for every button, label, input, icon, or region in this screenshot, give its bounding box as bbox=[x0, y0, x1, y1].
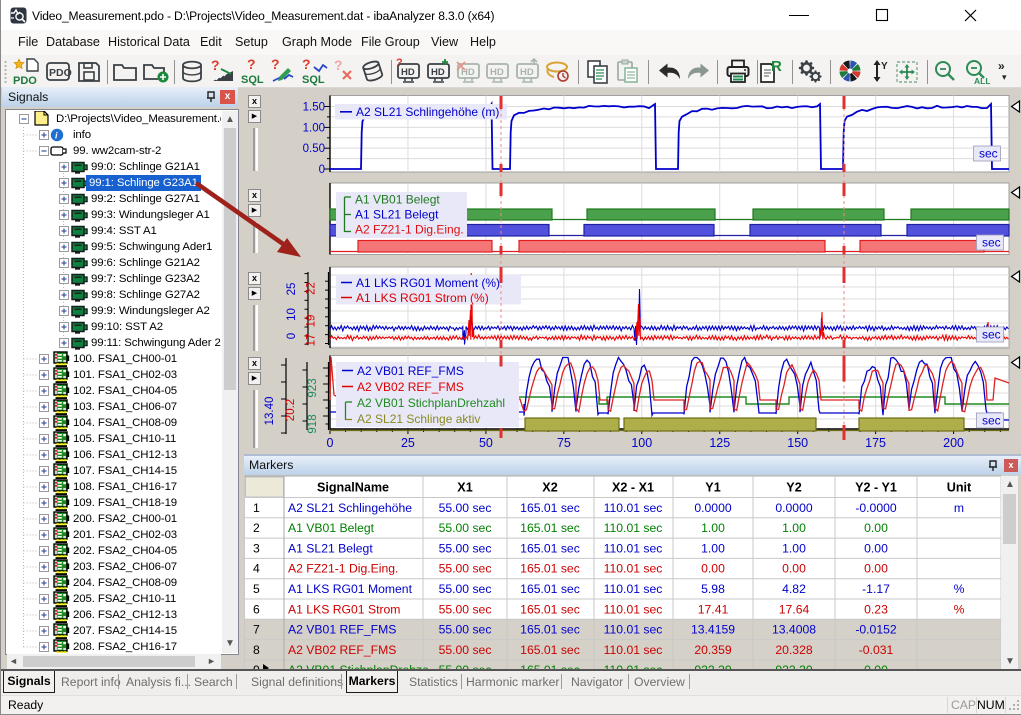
svg-text:20.359: 20.359 bbox=[694, 643, 731, 657]
svg-text:55.00 sec: 55.00 sec bbox=[439, 623, 492, 637]
svg-text:55.00 sec: 55.00 sec bbox=[439, 582, 492, 596]
svg-text:165.01 sec: 165.01 sec bbox=[520, 501, 580, 515]
svg-text:55.00 sec: 55.00 sec bbox=[439, 643, 492, 657]
svg-text:13.4008: 13.4008 bbox=[772, 623, 816, 637]
svg-text:0.00: 0.00 bbox=[701, 562, 725, 576]
svg-text:110.01 sec: 110.01 sec bbox=[604, 643, 663, 657]
svg-text:55.00 sec: 55.00 sec bbox=[439, 501, 492, 515]
svg-text:2: 2 bbox=[253, 521, 260, 535]
svg-text:165.01 sec: 165.01 sec bbox=[520, 623, 580, 637]
svg-text:13.4159: 13.4159 bbox=[691, 623, 735, 637]
svg-text:A1 SL21 Belegt: A1 SL21 Belegt bbox=[288, 541, 373, 555]
svg-text:110.01 sec: 110.01 sec bbox=[604, 562, 663, 576]
svg-text:0.00: 0.00 bbox=[864, 521, 888, 535]
svg-text:8: 8 bbox=[253, 643, 260, 657]
svg-text:m: m bbox=[954, 501, 964, 515]
svg-text:0.0000: 0.0000 bbox=[775, 501, 812, 515]
svg-text:A1 VB01 Belegt: A1 VB01 Belegt bbox=[288, 521, 375, 535]
svg-text:Unit: Unit bbox=[947, 481, 972, 495]
svg-text:1: 1 bbox=[253, 501, 260, 515]
svg-text:165.01 sec: 165.01 sec bbox=[520, 562, 580, 576]
svg-text:165.01 sec: 165.01 sec bbox=[520, 643, 580, 657]
svg-text:-0.031: -0.031 bbox=[859, 643, 894, 657]
svg-text:0.00: 0.00 bbox=[864, 562, 888, 576]
svg-text:%: % bbox=[954, 582, 965, 596]
svg-text:110.01 sec: 110.01 sec bbox=[604, 521, 663, 535]
svg-text:110.01 sec: 110.01 sec bbox=[604, 602, 663, 616]
svg-text:55.00 sec: 55.00 sec bbox=[439, 521, 492, 535]
svg-text:A1 LKS RG01 Moment: A1 LKS RG01 Moment bbox=[288, 582, 413, 596]
svg-text:Y2: Y2 bbox=[786, 481, 801, 495]
svg-text:5.98: 5.98 bbox=[701, 582, 725, 596]
svg-text:0.00: 0.00 bbox=[864, 541, 888, 555]
svg-text:0.23: 0.23 bbox=[864, 602, 888, 616]
svg-text:-1.17: -1.17 bbox=[862, 582, 890, 596]
svg-text:1.00: 1.00 bbox=[701, 521, 725, 535]
svg-text:110.01 sec: 110.01 sec bbox=[604, 501, 663, 515]
svg-text:55.00 sec: 55.00 sec bbox=[439, 602, 492, 616]
svg-text:X2 - X1: X2 - X1 bbox=[612, 481, 654, 495]
svg-text:A2 VB02 REF_FMS: A2 VB02 REF_FMS bbox=[288, 643, 396, 657]
svg-text:SignalName: SignalName bbox=[317, 481, 389, 495]
svg-text:A2 FZ21-1 Dig.Eing.: A2 FZ21-1 Dig.Eing. bbox=[288, 562, 398, 576]
svg-text:1.00: 1.00 bbox=[701, 541, 725, 555]
svg-text:110.01 sec: 110.01 sec bbox=[604, 541, 663, 555]
svg-text:A2 VB01 REF_FMS: A2 VB01 REF_FMS bbox=[288, 623, 396, 637]
svg-text:A2 SL21 Schlingehöhe: A2 SL21 Schlingehöhe bbox=[288, 501, 412, 515]
svg-text:0.00: 0.00 bbox=[782, 562, 806, 576]
svg-text:5: 5 bbox=[253, 582, 260, 596]
svg-text:6: 6 bbox=[253, 602, 260, 616]
svg-text:A1 LKS RG01 Strom: A1 LKS RG01 Strom bbox=[288, 602, 400, 616]
svg-text:110.01 sec: 110.01 sec bbox=[604, 582, 663, 596]
svg-text:20.328: 20.328 bbox=[775, 643, 812, 657]
svg-text:1.00: 1.00 bbox=[782, 521, 806, 535]
svg-text:-0.0000: -0.0000 bbox=[855, 501, 897, 515]
svg-text:17.64: 17.64 bbox=[779, 602, 810, 616]
svg-text:0.0000: 0.0000 bbox=[694, 501, 731, 515]
svg-text:4: 4 bbox=[253, 562, 260, 576]
svg-text:X1: X1 bbox=[457, 481, 472, 495]
svg-text:Y2 - Y1: Y2 - Y1 bbox=[855, 481, 897, 495]
svg-text:X2: X2 bbox=[542, 481, 557, 495]
svg-text:110.01 sec: 110.01 sec bbox=[604, 623, 663, 637]
svg-text:55.00 sec: 55.00 sec bbox=[439, 541, 492, 555]
svg-text:165.01 sec: 165.01 sec bbox=[520, 582, 580, 596]
svg-text:4.82: 4.82 bbox=[782, 582, 806, 596]
svg-text:7: 7 bbox=[253, 623, 260, 637]
svg-text:1.00: 1.00 bbox=[782, 541, 806, 555]
svg-text:17.41: 17.41 bbox=[698, 602, 729, 616]
svg-text:165.01 sec: 165.01 sec bbox=[520, 541, 580, 555]
svg-text:3: 3 bbox=[253, 541, 260, 555]
svg-text:%: % bbox=[954, 602, 965, 616]
svg-text:Y1: Y1 bbox=[705, 481, 720, 495]
svg-text:-0.0152: -0.0152 bbox=[855, 623, 897, 637]
svg-text:55.00 sec: 55.00 sec bbox=[439, 562, 492, 576]
svg-text:165.01 sec: 165.01 sec bbox=[520, 602, 580, 616]
svg-text:165.01 sec: 165.01 sec bbox=[520, 521, 580, 535]
